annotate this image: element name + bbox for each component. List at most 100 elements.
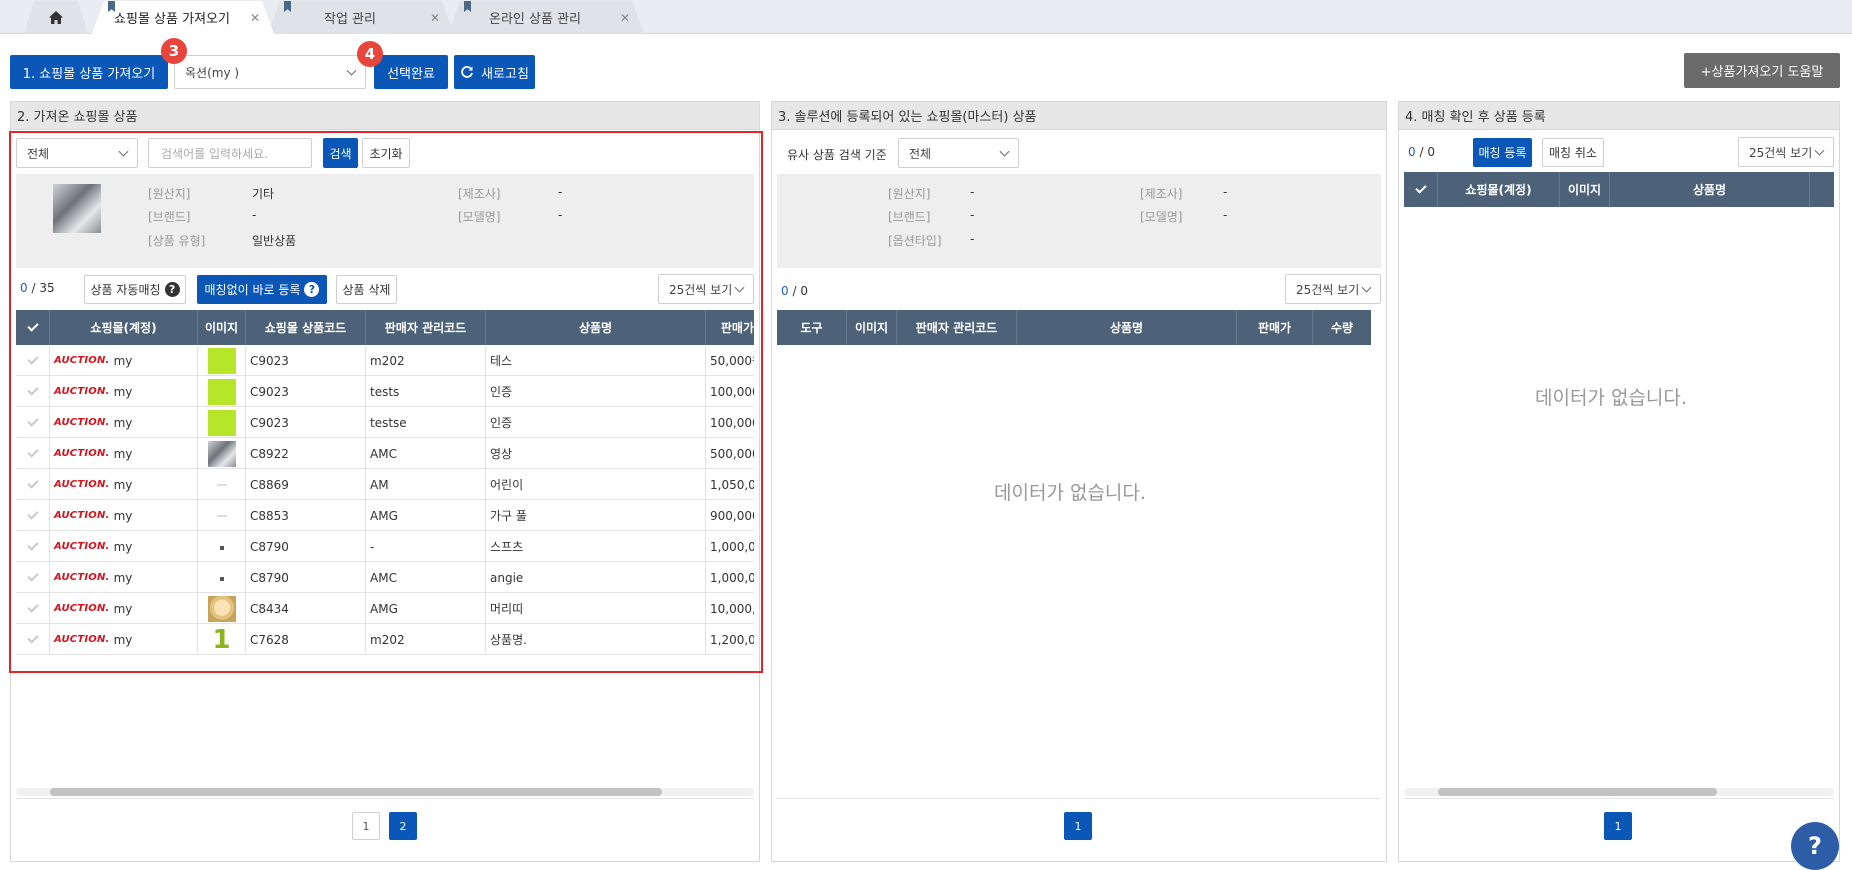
table-row[interactable]: AUCTION.my C9023m202테스 50,000원 [16, 345, 754, 376]
tab-online-product[interactable]: 온라인 상품 관리 ✕ [448, 1, 644, 34]
help-icon[interactable]: ? [304, 282, 320, 297]
row-checkbox[interactable] [16, 593, 50, 624]
product-name-cell: 인증 [486, 407, 706, 438]
column-header[interactable]: 판매가 [706, 310, 754, 345]
product-code-cell: C8853 [246, 500, 366, 531]
account-name: my [113, 601, 133, 616]
search-button[interactable]: 검색 [323, 138, 358, 168]
divider [16, 798, 754, 799]
close-icon[interactable]: ✕ [250, 11, 260, 25]
column-header[interactable]: 판매자 관리코드 [897, 310, 1017, 345]
horizontal-scrollbar[interactable] [1404, 788, 1834, 796]
origin-label: [원산지] [148, 187, 191, 201]
import-products-button[interactable]: 1. 쇼핑몰 상품 가져오기 [10, 55, 168, 89]
row-checkbox[interactable] [16, 407, 50, 438]
column-header[interactable]: 이미지 [198, 310, 246, 345]
table-row[interactable]: AUCTION.my C8790-스프츠 1,000,000 [16, 531, 754, 562]
scrollbar-thumb[interactable] [50, 788, 662, 796]
close-icon[interactable]: ✕ [430, 11, 440, 25]
mall-account-cell: AUCTION. my [50, 531, 198, 562]
scrollbar-thumb[interactable] [1438, 788, 1717, 796]
page-button-active[interactable]: 1 [1604, 812, 1632, 840]
page-size-value: 25건씩 보기 [1296, 282, 1360, 297]
direct-register-button[interactable]: 매칭없이 바로 등록 ? [197, 275, 327, 304]
page-size-select[interactable]: 25건씩 보기 [1738, 137, 1834, 167]
seller-code-cell: m202 [366, 345, 486, 376]
table-row[interactable]: AUCTION.my C8790AMCangie 1,000,000 [16, 562, 754, 593]
tab-shopping-import[interactable]: 쇼핑몰 상품 가져오기 ✕ [92, 1, 274, 34]
confirm-selection-button[interactable]: 선택완료 [374, 55, 448, 89]
reset-button[interactable]: 초기화 [362, 138, 410, 168]
close-icon[interactable]: ✕ [620, 11, 630, 25]
column-header[interactable]: 상품명 [1610, 172, 1810, 207]
column-header[interactable]: 이미지 [847, 310, 897, 345]
table-row[interactable]: AUCTION.my 1 C7628m202상품명. 1,200,000 [16, 624, 754, 655]
filter-select[interactable]: 전체 [16, 138, 138, 168]
page-button[interactable]: 1 [352, 812, 380, 840]
column-header[interactable]: 수량 [1313, 310, 1371, 345]
selection-counter: 0 / 0 [781, 284, 808, 298]
import-guide-button[interactable]: +상품가져오기 도움말 [1684, 53, 1840, 88]
match-register-button[interactable]: 매칭 등록 [1473, 138, 1532, 167]
column-header[interactable]: 이미지 [1560, 172, 1610, 207]
table-row[interactable]: AUCTION.my C8869AM어린이 1,050,000 [16, 469, 754, 500]
delete-product-button[interactable]: 상품 삭제 [336, 275, 397, 304]
table-row[interactable]: AUCTION.my C8853AMG가구 풀 900,000원 [16, 500, 754, 531]
column-header[interactable]: 판매가 [1237, 310, 1313, 345]
row-checkbox[interactable] [16, 531, 50, 562]
page-button-active[interactable]: 1 [1064, 812, 1092, 840]
row-checkbox[interactable] [16, 624, 50, 655]
table-row[interactable]: AUCTION.my C9023tests인증 100,000원 [16, 376, 754, 407]
column-header[interactable]: 도구 [777, 310, 847, 345]
product-name-cell: 상품명. [486, 624, 706, 655]
search-input[interactable]: 검색어를 입력하세요. [148, 138, 312, 168]
auction-logo: AUCTION. [54, 448, 110, 459]
market-account-select[interactable]: 옥션(my ) [174, 55, 366, 89]
row-checkbox[interactable] [16, 562, 50, 593]
column-header[interactable]: 상품명 [1017, 310, 1237, 345]
match-cancel-button[interactable]: 매칭 취소 [1542, 138, 1604, 167]
brand-value: - [970, 208, 975, 222]
auto-match-button[interactable]: 상품 자동매칭 ? [84, 275, 186, 304]
row-checkbox[interactable] [16, 500, 50, 531]
seller-code-cell: - [366, 531, 486, 562]
account-name: my [113, 415, 133, 430]
table-row[interactable]: AUCTION.my C8434AMG머리띠 10,000,00 [16, 593, 754, 624]
tab-home[interactable] [24, 1, 88, 34]
table-row[interactable]: AUCTION.my C8922AMC영상 500,000원 [16, 438, 754, 469]
similar-criteria-label: 유사 상품 검색 기준 [787, 148, 887, 162]
row-checkbox[interactable] [16, 376, 50, 407]
column-header[interactable]: 쇼핑몰(계정) [1438, 172, 1560, 207]
price-cell: 100,000원 [710, 385, 754, 399]
select-all-checkbox[interactable] [1404, 172, 1438, 207]
column-header[interactable]: 판매자 관리코드 [366, 310, 486, 345]
matching-table-header: 쇼핑몰(계정) 이미지 상품명 [1404, 172, 1834, 207]
tab-job-management[interactable]: 작업 관리 ✕ [268, 1, 454, 34]
product-thumbnail [207, 440, 236, 467]
row-checkbox[interactable] [16, 438, 50, 469]
column-header[interactable]: 쇼핑몰 상품코드 [246, 310, 366, 345]
check-icon [26, 539, 39, 551]
chevron-down-icon [1361, 282, 1372, 293]
selection-counter: 0 / 0 [1408, 145, 1435, 159]
origin-value: - [970, 185, 975, 199]
mall-account-cell: AUCTION. my [50, 345, 198, 376]
page-button-active[interactable]: 2 [389, 812, 417, 840]
product-thumbnail [208, 472, 236, 498]
table-row[interactable]: AUCTION.my C9023testse인증 100,000원 [16, 407, 754, 438]
page-size-select[interactable]: 25건씩 보기 [658, 274, 754, 304]
select-all-checkbox[interactable] [16, 310, 50, 345]
column-header[interactable]: 상품명 [486, 310, 706, 345]
refresh-button[interactable]: 새로고침 [454, 55, 535, 89]
row-checkbox[interactable] [16, 469, 50, 500]
product-code-cell: C9023 [246, 345, 366, 376]
auction-logo: AUCTION. [54, 355, 110, 366]
page-size-select[interactable]: 25건씩 보기 [1285, 274, 1381, 304]
help-icon[interactable]: ? [164, 282, 180, 297]
horizontal-scrollbar[interactable] [16, 788, 754, 796]
tab-label: 작업 관리 [324, 12, 376, 27]
origin-value: 기타 [252, 187, 275, 201]
similar-criteria-select[interactable]: 전체 [898, 138, 1019, 168]
column-header[interactable]: 쇼핑몰(계정) [50, 310, 198, 345]
row-checkbox[interactable] [16, 345, 50, 376]
